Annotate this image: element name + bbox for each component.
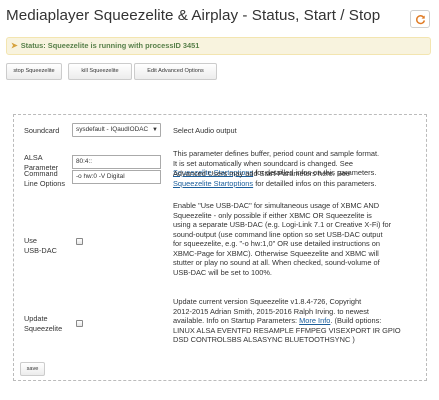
save-button[interactable]: save (20, 362, 45, 376)
update-squeezelite-description: Update current version Squeezelite v1.8.… (173, 297, 401, 344)
update-squeezelite-label: Update Squeezelite (24, 314, 63, 333)
kill-squeezelite-button[interactable]: kill Squeezelite (68, 63, 132, 80)
page-title: Mediaplayer Squeezelite & Airplay - Stat… (6, 7, 381, 24)
use-usb-dac-description: Enable "Use USB-DAC" for simultaneous us… (173, 201, 392, 277)
status-text: Status: Squeezelite is running with proc… (20, 41, 200, 50)
squeezelite-startoptions-link[interactable]: Squeezelite Startoptions (173, 179, 253, 188)
warning-icon: ➤ (11, 41, 18, 50)
chevron-down-icon: ▼ (152, 127, 158, 133)
command-line-options-description: Advanced Users may add Start-Parameters … (173, 169, 377, 188)
command-line-options-input[interactable]: -o hw:0 -V Digital (72, 170, 161, 184)
status-message: ➤ Status: Squeezelite is running with pro… (6, 37, 431, 55)
use-usb-dac-checkbox[interactable] (76, 238, 83, 245)
alsa-parameter-input[interactable]: 80:4:: (72, 155, 161, 169)
more-info-link[interactable]: More Info (299, 316, 330, 325)
command-line-options-label: Command Line Options (24, 169, 65, 188)
update-squeezelite-checkbox[interactable] (76, 320, 83, 327)
soundcard-selected-value: sysdefault - IQaudIODAC (76, 126, 149, 133)
soundcard-description: Select Audio output (173, 126, 237, 135)
use-usb-dac-label: Use USB-DAC (24, 236, 57, 255)
stop-squeezelite-button[interactable]: stop Squeezelite (6, 63, 62, 80)
refresh-button[interactable] (410, 10, 430, 28)
refresh-icon (416, 15, 426, 25)
soundcard-select[interactable]: sysdefault - IQaudIODAC ▼ (72, 123, 161, 137)
soundcard-label: Soundcard (24, 126, 60, 135)
edit-advanced-options-button[interactable]: Edit Advanced Options (134, 63, 217, 80)
